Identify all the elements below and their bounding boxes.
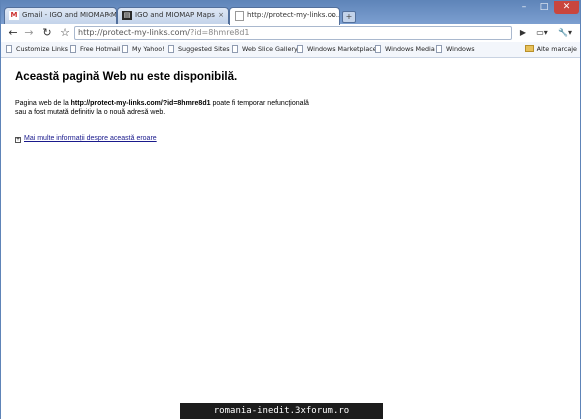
more-info-link[interactable]: Mai multe informații despre această eroa…: [24, 135, 157, 142]
page-content: Această pagină Web nu este disponibilă. …: [0, 58, 581, 419]
page-icon: [70, 45, 76, 53]
bookmark-item[interactable]: Suggested Sites: [168, 44, 230, 55]
navigation-toolbar: ← → ↻ ☆ http://protect-my-links.com/?id=…: [0, 24, 581, 42]
page-icon: [6, 45, 12, 53]
error-heading: Această pagină Web nu este disponibilă.: [15, 71, 238, 83]
wrench-icon[interactable]: 🔧▾: [556, 26, 574, 40]
bookmark-label: Windows Marketplace: [307, 45, 377, 53]
watermark: romania-inedit.3xforum.ro: [180, 403, 383, 419]
page-icon: [436, 45, 442, 53]
error-url: http://protect-my-links.com/?id=8hmre8d1: [70, 100, 211, 107]
bookmark-item[interactable]: Free Hotmail: [70, 44, 121, 55]
tab-gmail[interactable]: M Gmail - IGO and MIOMAP M... ×: [4, 7, 117, 24]
error-message-prefix: Pagina web de la: [15, 100, 71, 107]
star-icon[interactable]: ☆: [58, 26, 72, 40]
bookmark-label: Web Slice Gallery: [242, 45, 298, 53]
tab-strip: M Gmail - IGO and MIOMAP M... × ▤ IGO an…: [0, 0, 581, 25]
bookmark-item[interactable]: Windows: [436, 44, 475, 55]
page-icon: [168, 45, 174, 53]
go-icon[interactable]: ▶: [516, 26, 530, 40]
bookmark-label: Customize Links: [16, 45, 68, 53]
gmail-icon: M: [9, 11, 19, 20]
bookmark-item[interactable]: Windows Media: [375, 44, 435, 55]
bookmark-item[interactable]: Windows Marketplace: [297, 44, 377, 55]
bookmark-label: Free Hotmail: [80, 45, 121, 53]
new-tab-button[interactable]: +: [342, 11, 356, 23]
close-tab-icon[interactable]: ×: [218, 8, 224, 23]
bookmark-label: Windows: [446, 45, 475, 53]
page-icon: [232, 45, 238, 53]
tab-igo-maps[interactable]: ▤ IGO and MIOMAP Maps ×: [117, 7, 229, 24]
more-info: + Mai multe informații despre această ero…: [15, 134, 157, 143]
window-border-left: [0, 0, 1, 419]
address-bar[interactable]: http://protect-my-links.com/?id=8hmre8d1: [74, 26, 512, 40]
close-tab-icon[interactable]: ×: [106, 8, 112, 23]
reload-icon[interactable]: ↻: [40, 26, 54, 40]
page-icon: [122, 45, 128, 53]
bookmark-item[interactable]: My Yahoo!: [122, 44, 165, 55]
other-bookmarks-label: Alte marcaje: [536, 45, 577, 53]
minimize-button[interactable]: –: [514, 1, 534, 14]
close-window-button[interactable]: ✕: [554, 1, 579, 14]
error-message: Pagina web de la http://protect-my-links…: [15, 99, 315, 117]
url-host: http://protect-my-links.com/: [78, 28, 190, 37]
page-icon: [235, 11, 244, 21]
maximize-button[interactable]: □: [534, 1, 554, 14]
bookmark-label: Suggested Sites: [178, 45, 230, 53]
tab-protect-my-links[interactable]: http://protect-my-links.co... ×: [229, 7, 340, 25]
folder-icon: [524, 45, 534, 52]
forum-icon: ▤: [122, 11, 132, 20]
page-icon: [375, 45, 381, 53]
bookmark-label: My Yahoo!: [132, 45, 165, 53]
page-icon: [297, 45, 303, 53]
url-query: ?id=8hmre8d1: [190, 28, 250, 37]
page-menu-icon[interactable]: ▭▾: [533, 26, 551, 40]
tab-title: IGO and MIOMAP Maps: [135, 11, 215, 19]
expand-icon[interactable]: +: [15, 137, 21, 143]
bookmarks-bar: Customize Links Free Hotmail My Yahoo! S…: [0, 42, 581, 58]
back-icon[interactable]: ←: [6, 26, 20, 40]
bookmark-item[interactable]: Customize Links: [6, 44, 68, 55]
tab-title: Gmail - IGO and MIOMAP M...: [22, 11, 117, 19]
forward-icon[interactable]: →: [22, 26, 36, 40]
bookmark-item[interactable]: Web Slice Gallery: [232, 44, 298, 55]
other-bookmarks[interactable]: Alte marcaje: [524, 44, 577, 55]
bookmark-label: Windows Media: [385, 45, 435, 53]
close-tab-icon[interactable]: ×: [329, 8, 335, 23]
tab-title: http://protect-my-links.co...: [247, 11, 340, 19]
